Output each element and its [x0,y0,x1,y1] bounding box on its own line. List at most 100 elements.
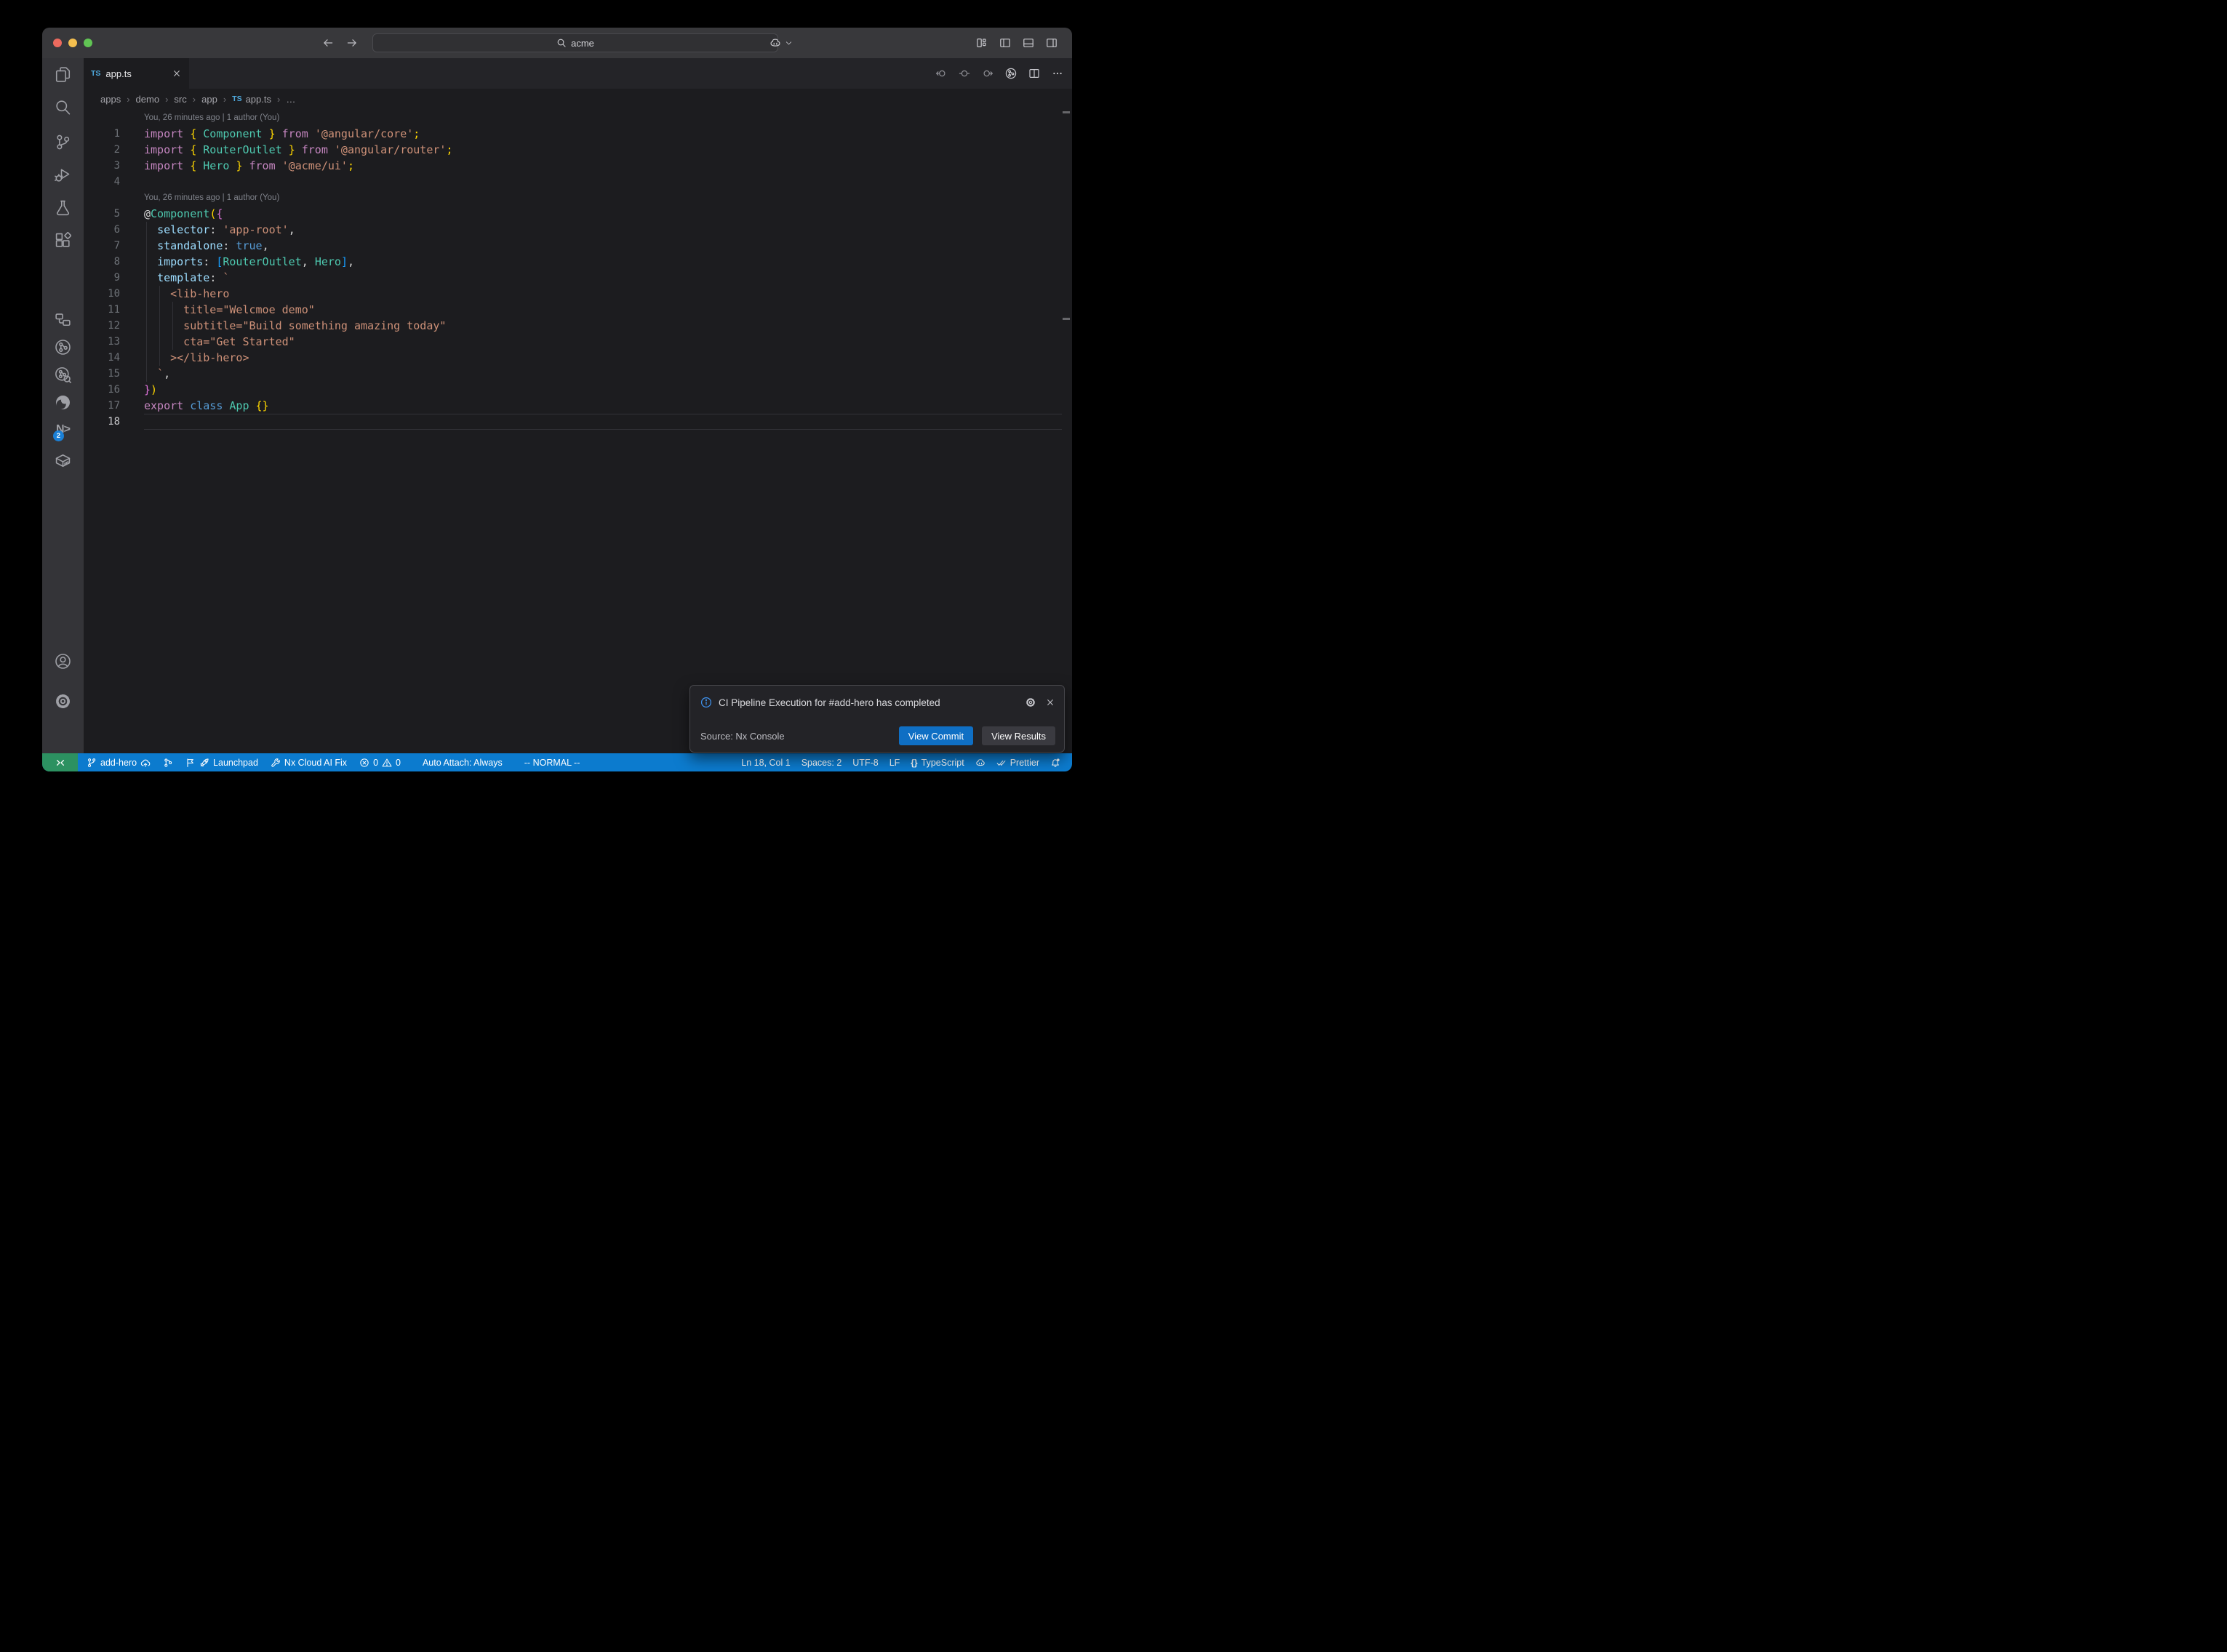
copilot-icon [975,758,985,768]
copilot-icon[interactable] [769,37,781,49]
view-commit-button[interactable]: View Commit [899,726,973,745]
tab-app-ts[interactable]: TS app.ts [84,58,189,89]
code-line: 6 selector: 'app-root', [84,222,1072,238]
breadcrumb-item-appts[interactable]: TSapp.ts [232,94,271,105]
code-line: 1import { Component } from '@angular/cor… [84,126,1072,142]
breadcrumb-item-apps[interactable]: apps [100,94,121,105]
problems-item[interactable]: 00 [357,758,403,768]
auto-attach-item-label: Auto Attach: Always [423,758,503,768]
breadcrumb-separator-icon: › [277,94,280,105]
flow-views-icon[interactable] [42,311,84,328]
source-control-icon[interactable] [42,134,84,151]
breadcrumb-separator-icon: › [223,94,226,105]
cursor-position-item[interactable]: Ln 18, Col 1 [739,758,792,768]
editor-actions [935,58,1063,89]
history-nav [322,28,358,58]
container-tools-icon[interactable] [42,452,84,469]
indentation-item[interactable]: Spaces: 2 [799,758,844,768]
toggle-panel-icon[interactable] [1023,37,1034,49]
search-icon[interactable] [42,99,84,116]
notification-close-icon[interactable] [1045,697,1055,707]
view-results-button[interactable]: View Results [982,726,1055,745]
remote-indicator[interactable] [42,753,78,771]
nav-back-circle-icon[interactable] [935,68,947,79]
copilot-titlebar-group [769,28,793,58]
close-tab-icon[interactable] [172,68,182,79]
explorer-icon [55,66,71,83]
nav-forward-circle-icon[interactable] [982,68,993,79]
graph-circle-icon[interactable] [42,339,84,356]
run-circle-icon[interactable] [959,68,970,79]
nx-cloud-ai-fix-item[interactable]: Nx Cloud AI Fix [268,758,349,768]
breadcrumb-separator-icon: › [127,94,129,105]
double-check-icon [996,758,1007,768]
chevron-down-icon[interactable] [785,39,793,47]
breadcrumb-item-[interactable]: … [286,94,295,105]
nx-badge: 2 [53,430,64,441]
customize-layout-icon[interactable] [976,37,988,49]
code-text: title="Welcmoe demo" [144,302,315,318]
branch-item[interactable]: add-hero [84,758,153,768]
line-number: 8 [84,254,120,270]
nx-project-graph-icon[interactable] [1005,68,1017,79]
info-icon [700,697,712,708]
explorer-icon[interactable] [42,66,84,83]
vim-mode-item[interactable]: -- NORMAL -- [522,758,583,768]
tab-bar: TS app.ts [84,58,1072,89]
command-center-search[interactable]: acme [372,33,778,52]
split-editor-icon[interactable] [1028,68,1040,79]
launchpad-item[interactable]: Launchpad [183,758,260,768]
go-back-icon[interactable] [322,37,334,49]
code-text: }) [144,382,157,398]
close-window-button[interactable] [53,39,62,47]
rocket-icon [199,758,209,768]
line-number: 10 [84,286,120,302]
prettier-item-label: Prettier [1010,758,1039,768]
run-debug-icon[interactable] [42,167,84,183]
braces-icon: {} [911,758,917,768]
editor-area[interactable]: You, 26 minutes ago | 1 author (You)1imp… [84,109,1072,753]
more-actions-icon[interactable] [1052,68,1063,79]
vim-mode-item-label: -- NORMAL -- [524,758,580,768]
breadcrumb-item-src[interactable]: src [174,94,186,105]
notifications-bell-item[interactable] [1048,758,1063,768]
line-number: 17 [84,398,120,414]
prettier-item[interactable]: Prettier [994,758,1041,768]
nx-console-icon[interactable]: N>2 [42,423,84,436]
accounts-icon[interactable] [42,653,84,670]
breadcrumb-separator-icon: › [165,94,168,105]
manage-settings-icon[interactable] [42,693,84,710]
code-line: 2import { RouterOutlet } from '@angular/… [84,142,1072,158]
copilot-status-item[interactable] [973,758,988,768]
extensions-icon [55,232,71,249]
code-line: 16}) [84,382,1072,398]
graph-search-icon[interactable] [42,366,84,383]
testing-icon[interactable] [42,199,84,216]
go-forward-icon[interactable] [346,37,358,49]
eol-item[interactable]: LF [887,758,903,768]
toggle-secondary-sidebar-icon[interactable] [1046,37,1057,49]
blame-text: You, 26 minutes ago | 1 author (You) [144,110,279,126]
line-number: 4 [84,174,120,190]
graph-search-icon [55,366,71,383]
language-mode-item-label: TypeScript [921,758,964,768]
git-graph-item[interactable] [161,758,175,768]
notification-settings-icon[interactable] [1025,697,1036,707]
edge-devtools-icon[interactable] [42,394,84,411]
language-mode-item[interactable]: {} TypeScript [908,758,966,768]
extensions-icon[interactable] [42,232,84,249]
status-bar: add-hero Launchpad Nx Cloud AI Fix 00 Auto A… [42,753,1072,771]
minimize-window-button[interactable] [68,39,77,47]
code-line: 4 [84,174,1072,190]
encoding-item[interactable]: UTF-8 [850,758,880,768]
breadcrumb-item-demo[interactable]: demo [136,94,160,105]
breadcrumb-item-app[interactable]: app [201,94,217,105]
code-line: 17export class App {} [84,398,1072,414]
cursor-position-item-label: Ln 18, Col 1 [741,758,790,768]
remote-icon [55,758,65,768]
zoom-window-button[interactable] [84,39,92,47]
line-number: 15 [84,366,120,382]
nx-console-icon: N>2 [56,423,70,436]
toggle-primary-sidebar-icon[interactable] [999,37,1011,49]
auto-attach-item[interactable]: Auto Attach: Always [420,758,505,768]
